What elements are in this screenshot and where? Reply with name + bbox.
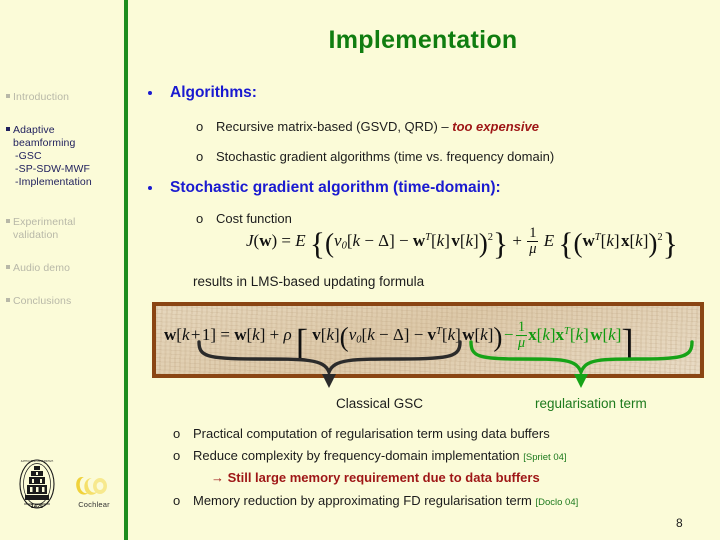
subitem-memory-reduction-label: Memory reduction by approximating FD reg… bbox=[193, 493, 532, 508]
sidebar-bullet-icon bbox=[6, 94, 10, 98]
ku-leuven-seal-logo: 1425 ·KATHOLIEKE·UNIVERSITEIT· bbox=[19, 459, 55, 510]
subitem-practical-computation: o Practical computation of regularisatio… bbox=[173, 426, 550, 441]
sidebar-subitem-implementation[interactable]: -Implementation bbox=[15, 176, 121, 189]
sidebar-item-label: Audio demo bbox=[13, 262, 71, 274]
sidebar-item-label: Experimental bbox=[13, 216, 76, 228]
sidebar-bullet-icon bbox=[6, 127, 10, 131]
page-number: 8 bbox=[676, 516, 683, 530]
subitem-reduce-complexity-label: Reduce complexity by frequency-domain im… bbox=[193, 448, 520, 463]
sidebar-item-label: Introduction bbox=[13, 91, 70, 103]
sidebar-item-label: Conclusions bbox=[13, 295, 72, 307]
subitem-reduce-complexity: o Reduce complexity by frequency-domain … bbox=[173, 448, 567, 463]
sidebar-divider bbox=[124, 0, 128, 540]
subitem-stochastic-gradient-algorithms: o Stochastic gradient algorithms (time v… bbox=[196, 149, 555, 164]
sidebar-subitem-gsc[interactable]: -GSC bbox=[15, 150, 121, 163]
svg-text:·KATHOLIEKE·UNIVERSITEIT·: ·KATHOLIEKE·UNIVERSITEIT· bbox=[20, 460, 54, 463]
subitem-cost-function: o Cost function bbox=[196, 211, 292, 226]
sidebar-item-audio-demo[interactable]: Audio demo bbox=[6, 262, 121, 275]
label-classical-gsc: Classical GSC bbox=[336, 396, 424, 411]
bullet-algorithms-label: Algorithms: bbox=[170, 84, 257, 101]
sidebar-item-adaptive-beamforming[interactable]: Adaptive beamforming -GSC -SP-SDW-MWF -I… bbox=[6, 124, 121, 189]
list-marker-icon: o bbox=[196, 149, 204, 164]
list-marker-icon: o bbox=[173, 448, 181, 463]
seal-year-text: 1425 bbox=[31, 504, 43, 510]
cochlear-logo: Cochlear bbox=[66, 473, 122, 513]
underbrace-classical-gsc bbox=[197, 340, 462, 388]
subitem-memory-reduction: o Memory reduction by approximating FD r… bbox=[173, 493, 579, 508]
sidebar-item-label: Adaptive bbox=[13, 124, 55, 136]
cochlear-label: Cochlear bbox=[78, 500, 110, 509]
bullet-stochastic-gradient-time-domain: Stochastic gradient algorithm (time-doma… bbox=[148, 179, 501, 197]
subitem-recursive-matrix-emphasis: too expensive bbox=[452, 119, 539, 134]
subitem-cost-function-label: Cost function bbox=[216, 211, 292, 226]
list-marker-icon: o bbox=[196, 119, 204, 134]
bullet-algorithms: Algorithms: bbox=[148, 84, 257, 102]
sidebar-item-introduction[interactable]: Introduction bbox=[6, 91, 121, 104]
subitem-recursive-matrix: o Recursive matrix-based (GSVD, QRD) – t… bbox=[196, 119, 539, 134]
label-regularisation-term: regularisation term bbox=[535, 396, 647, 411]
subitem-practical-computation-label: Practical computation of regularisation … bbox=[193, 426, 550, 441]
list-marker-icon: o bbox=[196, 211, 204, 226]
sidebar-navigation: Introduction Adaptive beamforming -GSC -… bbox=[0, 0, 124, 540]
slide-canvas: Introduction Adaptive beamforming -GSC -… bbox=[0, 0, 720, 540]
sidebar-bullet-icon bbox=[6, 219, 10, 223]
sidebar-item-conclusions[interactable]: Conclusions bbox=[6, 295, 121, 308]
sidebar-item-label-line2: beamforming bbox=[13, 137, 76, 149]
results-in-lms-text: results in LMS-based updating formula bbox=[193, 274, 425, 289]
equation-cost-function: J(w) = E {(v0[k − Δ] − wT[k] v[k])2} + 1… bbox=[246, 225, 678, 262]
bullet-dot-icon bbox=[148, 186, 152, 190]
subitem-stochastic-gradient-algorithms-label: Stochastic gradient algorithms (time vs.… bbox=[216, 149, 555, 164]
list-marker-icon: o bbox=[173, 426, 181, 441]
sidebar-bullet-icon bbox=[6, 298, 10, 302]
bullet-dot-icon bbox=[148, 91, 152, 95]
bullet-stochastic-gradient-label: Stochastic gradient algorithm (time-doma… bbox=[170, 179, 501, 196]
sidebar-subitem-sp-sdw-mwf[interactable]: -SP-SDW-MWF bbox=[15, 163, 121, 176]
note-memory-requirement: → Still large memory requirement due to … bbox=[211, 470, 540, 485]
sidebar-bullet-icon bbox=[6, 265, 10, 269]
list-marker-icon: o bbox=[173, 493, 181, 508]
sidebar-item-label-line2: validation bbox=[13, 229, 59, 241]
citation-doclo-04: [Doclo 04] bbox=[535, 497, 579, 508]
underbrace-regularisation-term bbox=[469, 340, 694, 388]
logo-group: 1425 ·KATHOLIEKE·UNIVERSITEIT· Cochlear bbox=[14, 455, 119, 525]
page-title: Implementation bbox=[328, 26, 518, 54]
citation-spriet-04: [Spriet 04] bbox=[523, 452, 567, 463]
cochlear-swirl-icon bbox=[76, 477, 107, 495]
sidebar-item-experimental-validation[interactable]: Experimental validation bbox=[6, 216, 121, 242]
subitem-recursive-matrix-label: Recursive matrix-based (GSVD, QRD) – bbox=[216, 119, 453, 134]
